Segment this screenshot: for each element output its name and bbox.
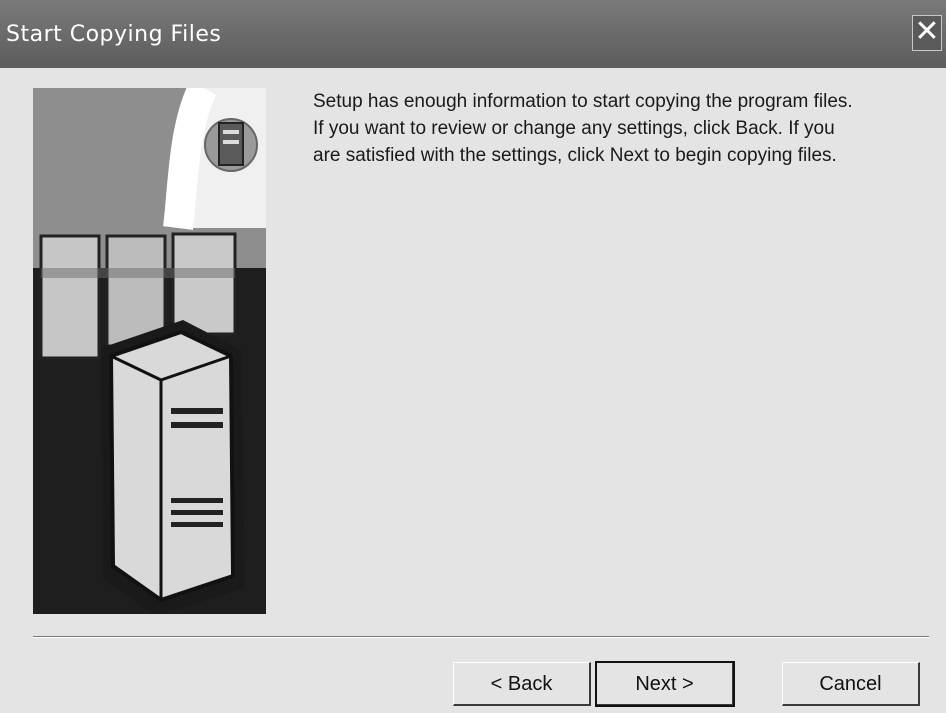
title-bar: Start Copying Files ✕ — [0, 0, 946, 68]
next-button[interactable]: Next > — [595, 661, 735, 707]
message-line: If you want to review or change any sett… — [313, 118, 835, 139]
close-button[interactable]: ✕ — [912, 15, 942, 51]
server-illustration — [33, 81, 266, 616]
separator-line — [33, 636, 929, 638]
close-icon: ✕ — [914, 14, 940, 49]
cancel-button[interactable]: Cancel — [782, 662, 920, 706]
back-button[interactable]: < Back — [453, 662, 591, 706]
main-server-icon — [101, 320, 245, 616]
message-line: Setup has enough information to start co… — [313, 91, 853, 112]
setup-message: Setup has enough information to start co… — [313, 88, 923, 169]
window-title: Start Copying Files — [6, 22, 222, 47]
setup-disc-icon — [204, 118, 258, 172]
message-line: are satisfied with the settings, click N… — [313, 145, 837, 166]
